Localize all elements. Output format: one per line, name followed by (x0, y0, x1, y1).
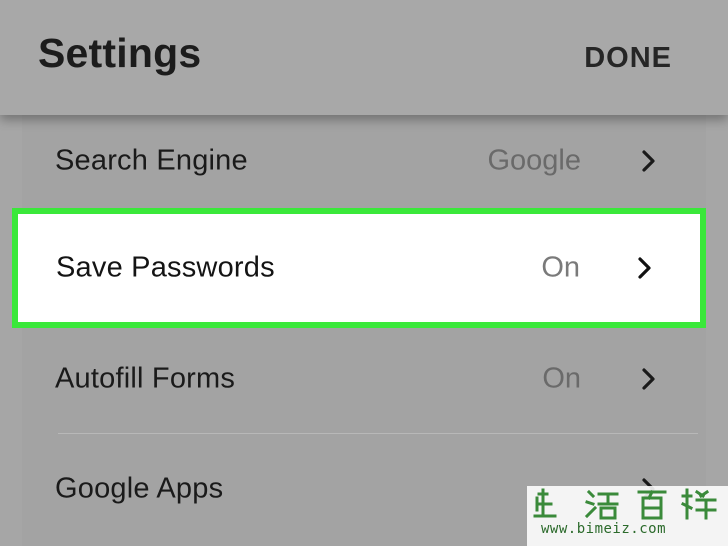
list-divider (58, 433, 698, 434)
setting-label: Google Apps (55, 472, 224, 505)
settings-header: Settings DONE (0, 0, 728, 115)
chevron-right-icon (642, 368, 656, 390)
setting-row-save-passwords[interactable]: Save Passwords On (12, 208, 706, 328)
setting-value: Google (487, 144, 581, 177)
chevron-right-icon (642, 150, 656, 172)
watermark-url: www.bimeiz.com (541, 521, 667, 537)
setting-value: On (541, 251, 580, 284)
setting-label: Save Passwords (56, 251, 275, 284)
setting-label: Autofill Forms (55, 362, 236, 395)
setting-row-autofill-forms[interactable]: Autofill Forms On (22, 325, 706, 433)
setting-row-search-engine[interactable]: Search Engine Google (22, 107, 706, 215)
watermark: www.bimeiz.com (527, 486, 728, 546)
settings-screen: Settings DONE Search Engine Google Save … (0, 0, 728, 546)
setting-value: On (542, 362, 581, 395)
done-button[interactable]: DONE (584, 42, 672, 75)
chevron-right-icon (638, 257, 652, 279)
watermark-logo (533, 488, 717, 520)
setting-label: Search Engine (55, 144, 248, 177)
page-title: Settings (38, 30, 202, 76)
